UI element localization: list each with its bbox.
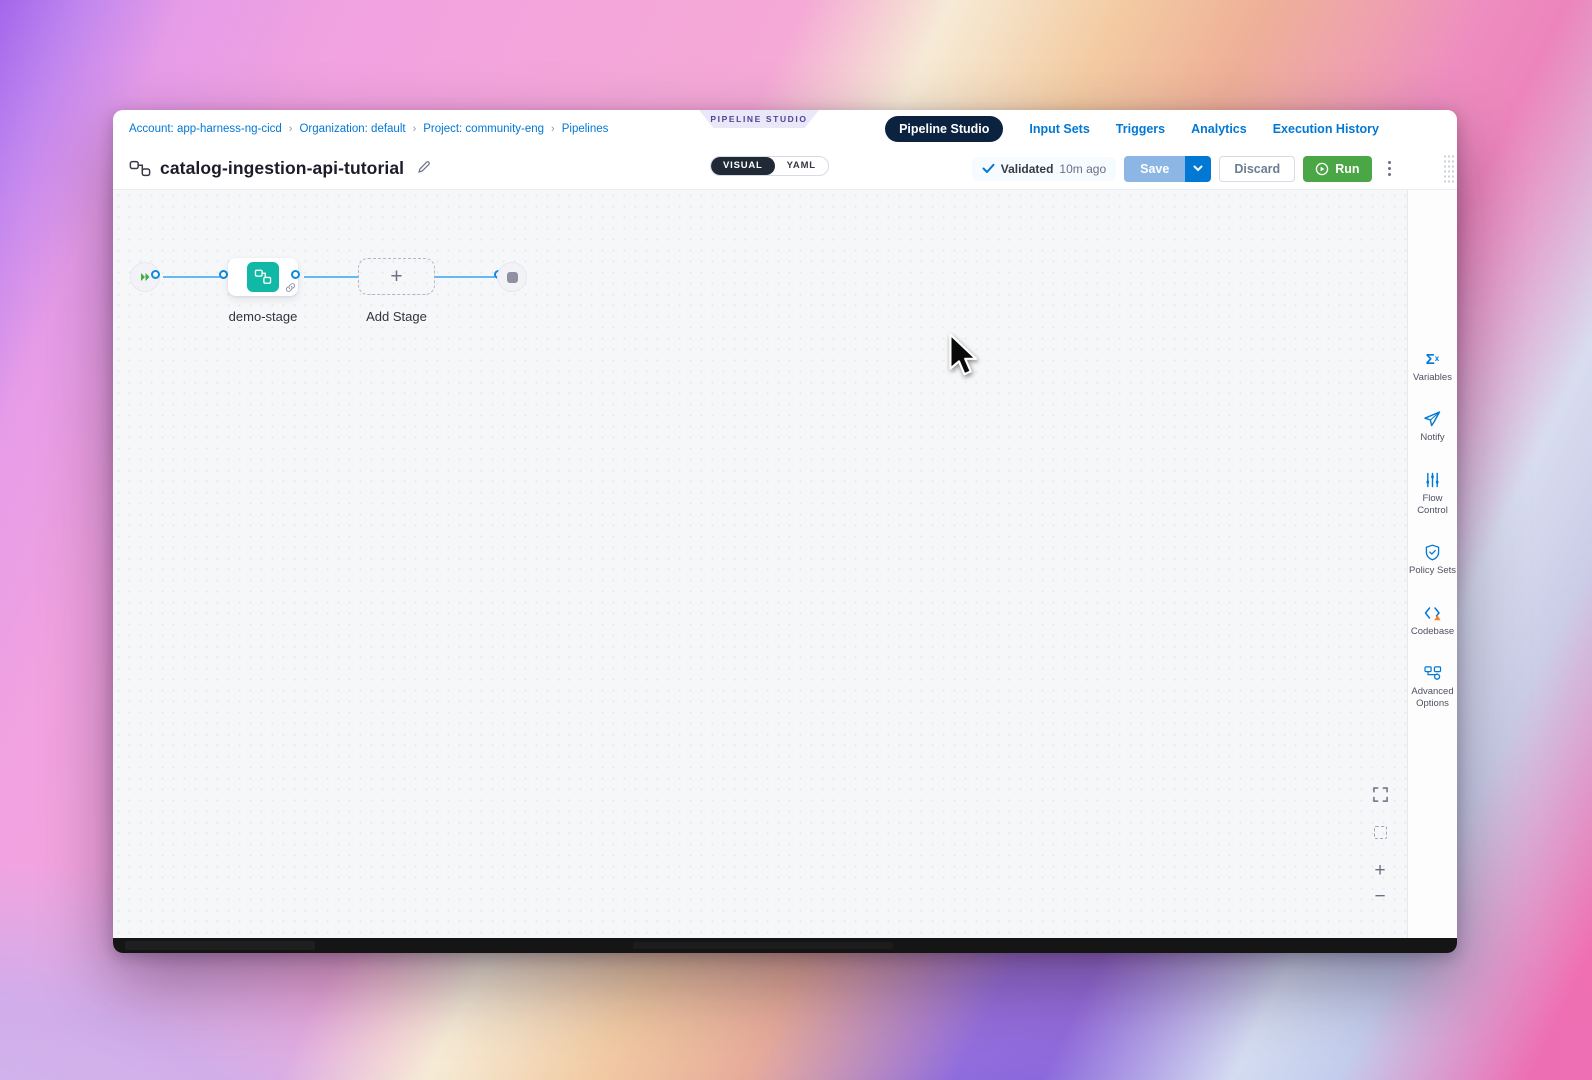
edit-title-button[interactable] <box>415 158 433 179</box>
sidebar-item-codebase[interactable]: Codebase <box>1409 604 1457 638</box>
check-icon <box>982 163 995 174</box>
connector-port[interactable] <box>151 270 160 279</box>
visual-yaml-toggle: VISUAL YAML <box>710 156 829 176</box>
plus-icon: + <box>390 266 402 287</box>
tab-analytics[interactable]: Analytics <box>1191 122 1247 136</box>
right-sidebar: Σx Variables Notify <box>1407 190 1457 938</box>
add-stage-node[interactable]: + <box>358 258 435 295</box>
breadcrumb-separator: › <box>413 123 417 135</box>
run-button[interactable]: Run <box>1303 156 1371 182</box>
breadcrumb: Account: app-harness-ng-cicd › Organizat… <box>113 123 608 135</box>
custom-stage-icon <box>247 262 279 292</box>
pipeline-icon <box>129 160 151 177</box>
minus-icon: − <box>1374 887 1385 906</box>
double-play-icon <box>140 272 151 282</box>
chevron-down-icon <box>1193 165 1203 172</box>
sigma-x-icon: Σx <box>1426 350 1439 368</box>
sidebar-item-label: Variables <box>1413 372 1452 384</box>
sidebar-item-label: Codebase <box>1411 626 1454 638</box>
connector-line <box>163 276 220 278</box>
connector-port[interactable] <box>291 270 300 279</box>
bottom-bar-content <box>125 941 315 950</box>
sidebar-item-label: Advanced Options <box>1409 686 1457 711</box>
code-warning-icon <box>1424 604 1442 622</box>
link-icon <box>285 282 296 293</box>
tab-execution-history[interactable]: Execution History <box>1273 122 1379 136</box>
shield-check-icon <box>1425 543 1440 561</box>
top-navigation: Pipeline Studio Input Sets Triggers Anal… <box>885 116 1457 142</box>
pipeline-studio-badge: PIPELINE STUDIO <box>699 110 819 128</box>
sidebar-item-variables[interactable]: Σx Variables <box>1409 350 1457 384</box>
breadcrumb-project[interactable]: Project: community-eng <box>423 123 544 135</box>
zoom-in-button[interactable]: + <box>1369 859 1391 881</box>
zoom-out-button[interactable]: − <box>1369 885 1391 907</box>
sidebar-item-policy-sets[interactable]: Policy Sets <box>1409 543 1457 577</box>
paper-plane-icon <box>1424 410 1441 428</box>
breadcrumb-account[interactable]: Account: app-harness-ng-cicd <box>129 123 282 135</box>
breadcrumb-organization[interactable]: Organization: default <box>299 123 405 135</box>
connector-line <box>304 276 358 278</box>
kebab-menu[interactable] <box>1382 157 1398 181</box>
save-split-button: Save <box>1124 156 1211 182</box>
pipeline-title: catalog-ingestion-api-tutorial <box>160 158 404 179</box>
sidebar-item-label: Notify <box>1420 432 1444 444</box>
sliders-icon <box>1425 471 1440 489</box>
toggle-visual[interactable]: VISUAL <box>711 157 775 175</box>
toolbar: catalog-ingestion-api-tutorial VISUAL YA… <box>113 148 1457 190</box>
stage-label: demo-stage <box>203 309 323 324</box>
sidebar-item-flow-control[interactable]: Flow Control <box>1409 471 1457 518</box>
tab-input-sets[interactable]: Input Sets <box>1029 122 1089 136</box>
connector-line <box>435 276 495 278</box>
toggle-yaml[interactable]: YAML <box>775 157 828 175</box>
tab-triggers[interactable]: Triggers <box>1116 122 1165 136</box>
resize-grip[interactable] <box>1443 154 1454 184</box>
pipeline-end-node[interactable] <box>497 262 527 292</box>
pencil-icon <box>417 160 431 177</box>
validated-time: 10m ago <box>1059 162 1106 176</box>
fullscreen-icon <box>1373 787 1388 802</box>
fullscreen-button[interactable] <box>1369 783 1391 805</box>
breadcrumb-separator: › <box>551 123 555 135</box>
breadcrumb-separator: › <box>289 123 293 135</box>
pipeline-canvas[interactable]: + demo-stage Add Stage <box>113 190 1407 938</box>
top-bar: Account: app-harness-ng-cicd › Organizat… <box>113 110 1457 148</box>
sidebar-item-label: Policy Sets <box>1409 565 1456 577</box>
connector-port[interactable] <box>219 270 228 279</box>
sidebar-item-notify[interactable]: Notify <box>1409 410 1457 444</box>
run-label: Run <box>1335 162 1359 176</box>
add-stage-label: Add Stage <box>358 309 435 324</box>
bottom-bar <box>113 938 1457 953</box>
fit-view-icon <box>1374 826 1387 839</box>
sidebar-item-label: Flow Control <box>1409 493 1457 518</box>
app-window: Account: app-harness-ng-cicd › Organizat… <box>113 110 1457 953</box>
flow-gear-icon <box>1424 664 1442 682</box>
tab-pipeline-studio[interactable]: Pipeline Studio <box>885 116 1003 142</box>
sidebar-item-advanced-options[interactable]: Advanced Options <box>1409 664 1457 711</box>
fit-view-button[interactable] <box>1369 821 1391 843</box>
validated-badge: Validated 10m ago <box>972 157 1116 181</box>
plus-icon: + <box>1374 861 1385 880</box>
save-button[interactable]: Save <box>1124 156 1185 182</box>
play-icon <box>1315 162 1329 176</box>
breadcrumb-pipelines[interactable]: Pipelines <box>562 123 609 135</box>
mouse-cursor <box>948 333 982 386</box>
desktop-wallpaper: Account: app-harness-ng-cicd › Organizat… <box>0 0 1592 1080</box>
stop-icon <box>507 272 518 283</box>
save-dropdown-button[interactable] <box>1185 156 1211 182</box>
discard-button[interactable]: Discard <box>1219 156 1295 182</box>
validated-label: Validated <box>1001 162 1054 176</box>
bottom-bar-content <box>633 942 893 949</box>
